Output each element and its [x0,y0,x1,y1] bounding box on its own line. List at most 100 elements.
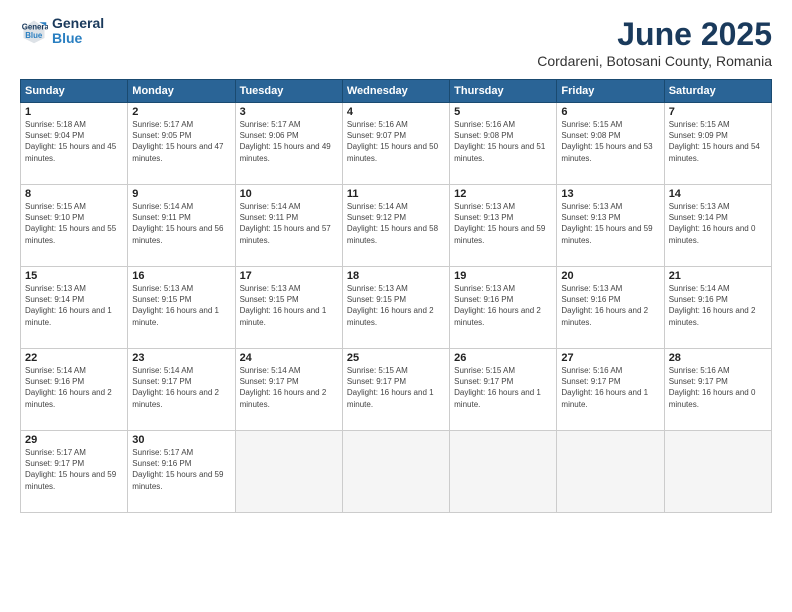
generalblue-logo-icon: General Blue [20,17,48,45]
day-info: Sunrise: 5:15 AM Sunset: 9:10 PM Dayligh… [25,201,123,246]
day-info: Sunrise: 5:14 AM Sunset: 9:12 PM Dayligh… [347,201,445,246]
day-number: 5 [454,106,552,118]
day-number: 2 [132,106,230,118]
day-number: 21 [669,270,767,282]
logo-text-line2: Blue [52,31,104,46]
calendar-week-row: 29 Sunrise: 5:17 AM Sunset: 9:17 PM Dayl… [21,431,772,513]
calendar-day-cell: 17 Sunrise: 5:13 AM Sunset: 9:15 PM Dayl… [235,267,342,349]
calendar-day-cell: 24 Sunrise: 5:14 AM Sunset: 9:17 PM Dayl… [235,349,342,431]
header-tuesday: Tuesday [235,80,342,103]
day-number: 16 [132,270,230,282]
day-info: Sunrise: 5:14 AM Sunset: 9:16 PM Dayligh… [25,365,123,410]
calendar-day-cell: 28 Sunrise: 5:16 AM Sunset: 9:17 PM Dayl… [664,349,771,431]
calendar-day-cell: 10 Sunrise: 5:14 AM Sunset: 9:11 PM Dayl… [235,185,342,267]
calendar-day-cell: 23 Sunrise: 5:14 AM Sunset: 9:17 PM Dayl… [128,349,235,431]
day-number: 13 [561,188,659,200]
day-info: Sunrise: 5:16 AM Sunset: 9:07 PM Dayligh… [347,119,445,164]
calendar-day-cell: 27 Sunrise: 5:16 AM Sunset: 9:17 PM Dayl… [557,349,664,431]
logo-text-line1: General [52,16,104,31]
day-info: Sunrise: 5:15 AM Sunset: 9:17 PM Dayligh… [347,365,445,410]
day-info: Sunrise: 5:16 AM Sunset: 9:17 PM Dayligh… [669,365,767,410]
header-sunday: Sunday [21,80,128,103]
calendar-day-cell [557,431,664,513]
title-block: June 2025 Cordareni, Botosani County, Ro… [537,16,772,69]
day-info: Sunrise: 5:17 AM Sunset: 9:05 PM Dayligh… [132,119,230,164]
day-info: Sunrise: 5:14 AM Sunset: 9:17 PM Dayligh… [240,365,338,410]
day-info: Sunrise: 5:13 AM Sunset: 9:15 PM Dayligh… [132,283,230,328]
day-number: 11 [347,188,445,200]
day-number: 3 [240,106,338,118]
header-wednesday: Wednesday [342,80,449,103]
day-number: 28 [669,352,767,364]
calendar-day-cell [235,431,342,513]
header-friday: Friday [557,80,664,103]
calendar-day-cell: 2 Sunrise: 5:17 AM Sunset: 9:05 PM Dayli… [128,103,235,185]
day-number: 18 [347,270,445,282]
calendar-day-cell: 9 Sunrise: 5:14 AM Sunset: 9:11 PM Dayli… [128,185,235,267]
calendar-day-cell: 4 Sunrise: 5:16 AM Sunset: 9:07 PM Dayli… [342,103,449,185]
calendar-day-cell: 1 Sunrise: 5:18 AM Sunset: 9:04 PM Dayli… [21,103,128,185]
day-info: Sunrise: 5:17 AM Sunset: 9:17 PM Dayligh… [25,447,123,492]
day-number: 19 [454,270,552,282]
header-saturday: Saturday [664,80,771,103]
calendar-day-cell: 15 Sunrise: 5:13 AM Sunset: 9:14 PM Dayl… [21,267,128,349]
calendar-day-cell: 25 Sunrise: 5:15 AM Sunset: 9:17 PM Dayl… [342,349,449,431]
calendar-day-cell: 26 Sunrise: 5:15 AM Sunset: 9:17 PM Dayl… [450,349,557,431]
day-info: Sunrise: 5:16 AM Sunset: 9:17 PM Dayligh… [561,365,659,410]
calendar-day-cell: 19 Sunrise: 5:13 AM Sunset: 9:16 PM Dayl… [450,267,557,349]
day-info: Sunrise: 5:15 AM Sunset: 9:09 PM Dayligh… [669,119,767,164]
calendar-day-cell: 14 Sunrise: 5:13 AM Sunset: 9:14 PM Dayl… [664,185,771,267]
calendar-subtitle: Cordareni, Botosani County, Romania [537,53,772,69]
logo: General Blue General Blue [20,16,104,47]
calendar-day-cell: 5 Sunrise: 5:16 AM Sunset: 9:08 PM Dayli… [450,103,557,185]
page: General Blue General Blue June 2025 Cord… [0,0,792,612]
header-thursday: Thursday [450,80,557,103]
calendar-day-cell [342,431,449,513]
day-number: 20 [561,270,659,282]
calendar-day-cell: 18 Sunrise: 5:13 AM Sunset: 9:15 PM Dayl… [342,267,449,349]
day-info: Sunrise: 5:13 AM Sunset: 9:16 PM Dayligh… [561,283,659,328]
day-info: Sunrise: 5:13 AM Sunset: 9:13 PM Dayligh… [561,201,659,246]
day-number: 23 [132,352,230,364]
day-number: 27 [561,352,659,364]
calendar-week-row: 1 Sunrise: 5:18 AM Sunset: 9:04 PM Dayli… [21,103,772,185]
calendar-week-row: 22 Sunrise: 5:14 AM Sunset: 9:16 PM Dayl… [21,349,772,431]
calendar-day-cell: 12 Sunrise: 5:13 AM Sunset: 9:13 PM Dayl… [450,185,557,267]
svg-text:Blue: Blue [25,31,43,40]
day-number: 12 [454,188,552,200]
day-number: 24 [240,352,338,364]
calendar-week-row: 8 Sunrise: 5:15 AM Sunset: 9:10 PM Dayli… [21,185,772,267]
day-info: Sunrise: 5:18 AM Sunset: 9:04 PM Dayligh… [25,119,123,164]
calendar-day-cell: 13 Sunrise: 5:13 AM Sunset: 9:13 PM Dayl… [557,185,664,267]
day-number: 6 [561,106,659,118]
day-info: Sunrise: 5:13 AM Sunset: 9:16 PM Dayligh… [454,283,552,328]
calendar-day-cell: 20 Sunrise: 5:13 AM Sunset: 9:16 PM Dayl… [557,267,664,349]
day-info: Sunrise: 5:14 AM Sunset: 9:17 PM Dayligh… [132,365,230,410]
day-info: Sunrise: 5:13 AM Sunset: 9:15 PM Dayligh… [240,283,338,328]
day-info: Sunrise: 5:17 AM Sunset: 9:06 PM Dayligh… [240,119,338,164]
calendar-title: June 2025 [537,16,772,53]
day-number: 17 [240,270,338,282]
day-number: 1 [25,106,123,118]
calendar-day-cell [450,431,557,513]
calendar-day-cell: 11 Sunrise: 5:14 AM Sunset: 9:12 PM Dayl… [342,185,449,267]
calendar-day-cell: 8 Sunrise: 5:15 AM Sunset: 9:10 PM Dayli… [21,185,128,267]
day-number: 4 [347,106,445,118]
day-info: Sunrise: 5:13 AM Sunset: 9:15 PM Dayligh… [347,283,445,328]
weekday-header-row: Sunday Monday Tuesday Wednesday Thursday… [21,80,772,103]
day-info: Sunrise: 5:17 AM Sunset: 9:16 PM Dayligh… [132,447,230,492]
day-info: Sunrise: 5:16 AM Sunset: 9:08 PM Dayligh… [454,119,552,164]
day-number: 8 [25,188,123,200]
day-number: 14 [669,188,767,200]
day-number: 22 [25,352,123,364]
day-info: Sunrise: 5:13 AM Sunset: 9:14 PM Dayligh… [25,283,123,328]
calendar-day-cell: 22 Sunrise: 5:14 AM Sunset: 9:16 PM Dayl… [21,349,128,431]
day-info: Sunrise: 5:14 AM Sunset: 9:11 PM Dayligh… [132,201,230,246]
header: General Blue General Blue June 2025 Cord… [20,16,772,69]
day-number: 7 [669,106,767,118]
calendar-day-cell: 16 Sunrise: 5:13 AM Sunset: 9:15 PM Dayl… [128,267,235,349]
day-number: 29 [25,434,123,446]
calendar-day-cell: 30 Sunrise: 5:17 AM Sunset: 9:16 PM Dayl… [128,431,235,513]
day-number: 9 [132,188,230,200]
day-info: Sunrise: 5:14 AM Sunset: 9:16 PM Dayligh… [669,283,767,328]
